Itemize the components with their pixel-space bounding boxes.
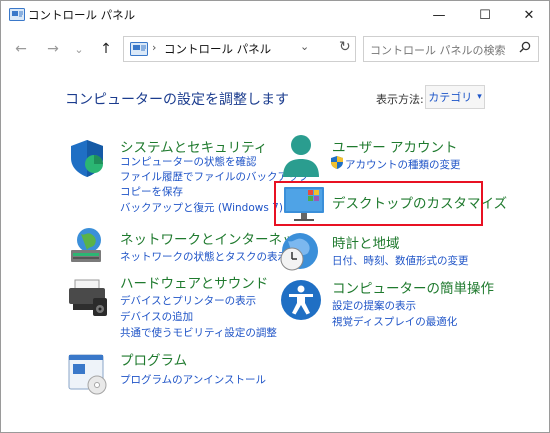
category-hardware-sound[interactable]: ハードウェアとサウンド [120, 272, 268, 292]
link-mobility-settings[interactable]: 共通で使うモビリティ設定の調整 [120, 325, 277, 340]
highlight-box [274, 181, 483, 226]
maximize-button[interactable]: ☐ [463, 1, 507, 29]
search-icon[interactable] [519, 41, 531, 53]
programs-icon[interactable] [65, 353, 109, 395]
breadcrumb-control-panel[interactable]: コントロール パネル [164, 41, 271, 57]
window-title: コントロール パネル [28, 8, 136, 22]
link-save-copies[interactable]: コピーを保存 [120, 184, 183, 199]
category-programs[interactable]: プログラム [120, 349, 187, 369]
view-by-value: カテゴリ [428, 91, 473, 104]
link-uninstall-program[interactable]: プログラムのアンインストール [120, 372, 266, 387]
category-ease-of-access[interactable]: コンピューターの簡単操作 [332, 277, 494, 297]
link-check-computer-status[interactable]: コンピューターの状態を確認 [120, 154, 257, 169]
shield-icon[interactable] [67, 138, 107, 178]
up-button[interactable]: ↑ [96, 39, 116, 59]
uac-shield-icon [331, 156, 343, 169]
address-bar[interactable]: › コントロール パネル ⌄ [123, 36, 356, 62]
view-by-dropdown[interactable]: カテゴリ ▾ [425, 85, 485, 109]
link-network-status-tasks[interactable]: ネットワークの状態とタスクの表示 [120, 249, 288, 264]
close-button[interactable]: ✕ [507, 1, 550, 29]
category-system-security[interactable]: システムとセキュリティ [120, 136, 267, 156]
breadcrumb-separator[interactable]: › [152, 41, 156, 54]
control-panel-window: コントロール パネル — ☐ ✕ ← → ⌄ ↑ › コントロール パネル ⌄ … [0, 0, 550, 433]
accessibility-icon[interactable] [280, 279, 322, 321]
link-backup-restore[interactable]: バックアップと復元 (Windows 7) [120, 200, 283, 215]
link-optimize-visual-display[interactable]: 視覚ディスプレイの最適化 [332, 314, 457, 329]
control-panel-icon [130, 42, 148, 56]
refresh-button[interactable]: ↻ [339, 39, 351, 55]
search-input[interactable]: コントロール パネルの検索 [370, 42, 506, 58]
category-clock-region[interactable]: 時計と地域 [332, 232, 400, 252]
network-globe-icon[interactable] [65, 226, 109, 266]
category-user-accounts[interactable]: ユーザー アカウント [332, 136, 458, 156]
link-date-time-number-formats[interactable]: 日付、時刻、数値形式の変更 [332, 253, 469, 268]
search-box[interactable]: コントロール パネルの検索 [363, 36, 539, 62]
forward-button[interactable]: → [43, 39, 63, 59]
minimize-button[interactable]: — [417, 1, 461, 29]
chevron-down-icon: ▾ [477, 92, 482, 102]
clock-region-icon[interactable] [278, 231, 324, 273]
address-dropdown-icon[interactable]: ⌄ [300, 40, 309, 53]
printer-icon[interactable] [65, 278, 109, 318]
page-heading: コンピューターの設定を調整します [65, 92, 289, 108]
link-let-windows-suggest-settings[interactable]: 設定の提案の表示 [332, 298, 416, 313]
recent-locations-button[interactable]: ⌄ [69, 39, 89, 59]
control-panel-icon [9, 8, 25, 21]
title-bar: コントロール パネル — ☐ ✕ [1, 1, 549, 29]
user-accounts-icon[interactable] [279, 133, 323, 179]
back-button[interactable]: ← [11, 39, 31, 59]
view-by-label: 表示方法: [376, 93, 424, 106]
link-devices-printers[interactable]: デバイスとプリンターの表示 [120, 293, 256, 308]
link-change-account-type[interactable]: アカウントの種類の変更 [345, 157, 461, 172]
link-add-device[interactable]: デバイスの追加 [120, 309, 193, 324]
